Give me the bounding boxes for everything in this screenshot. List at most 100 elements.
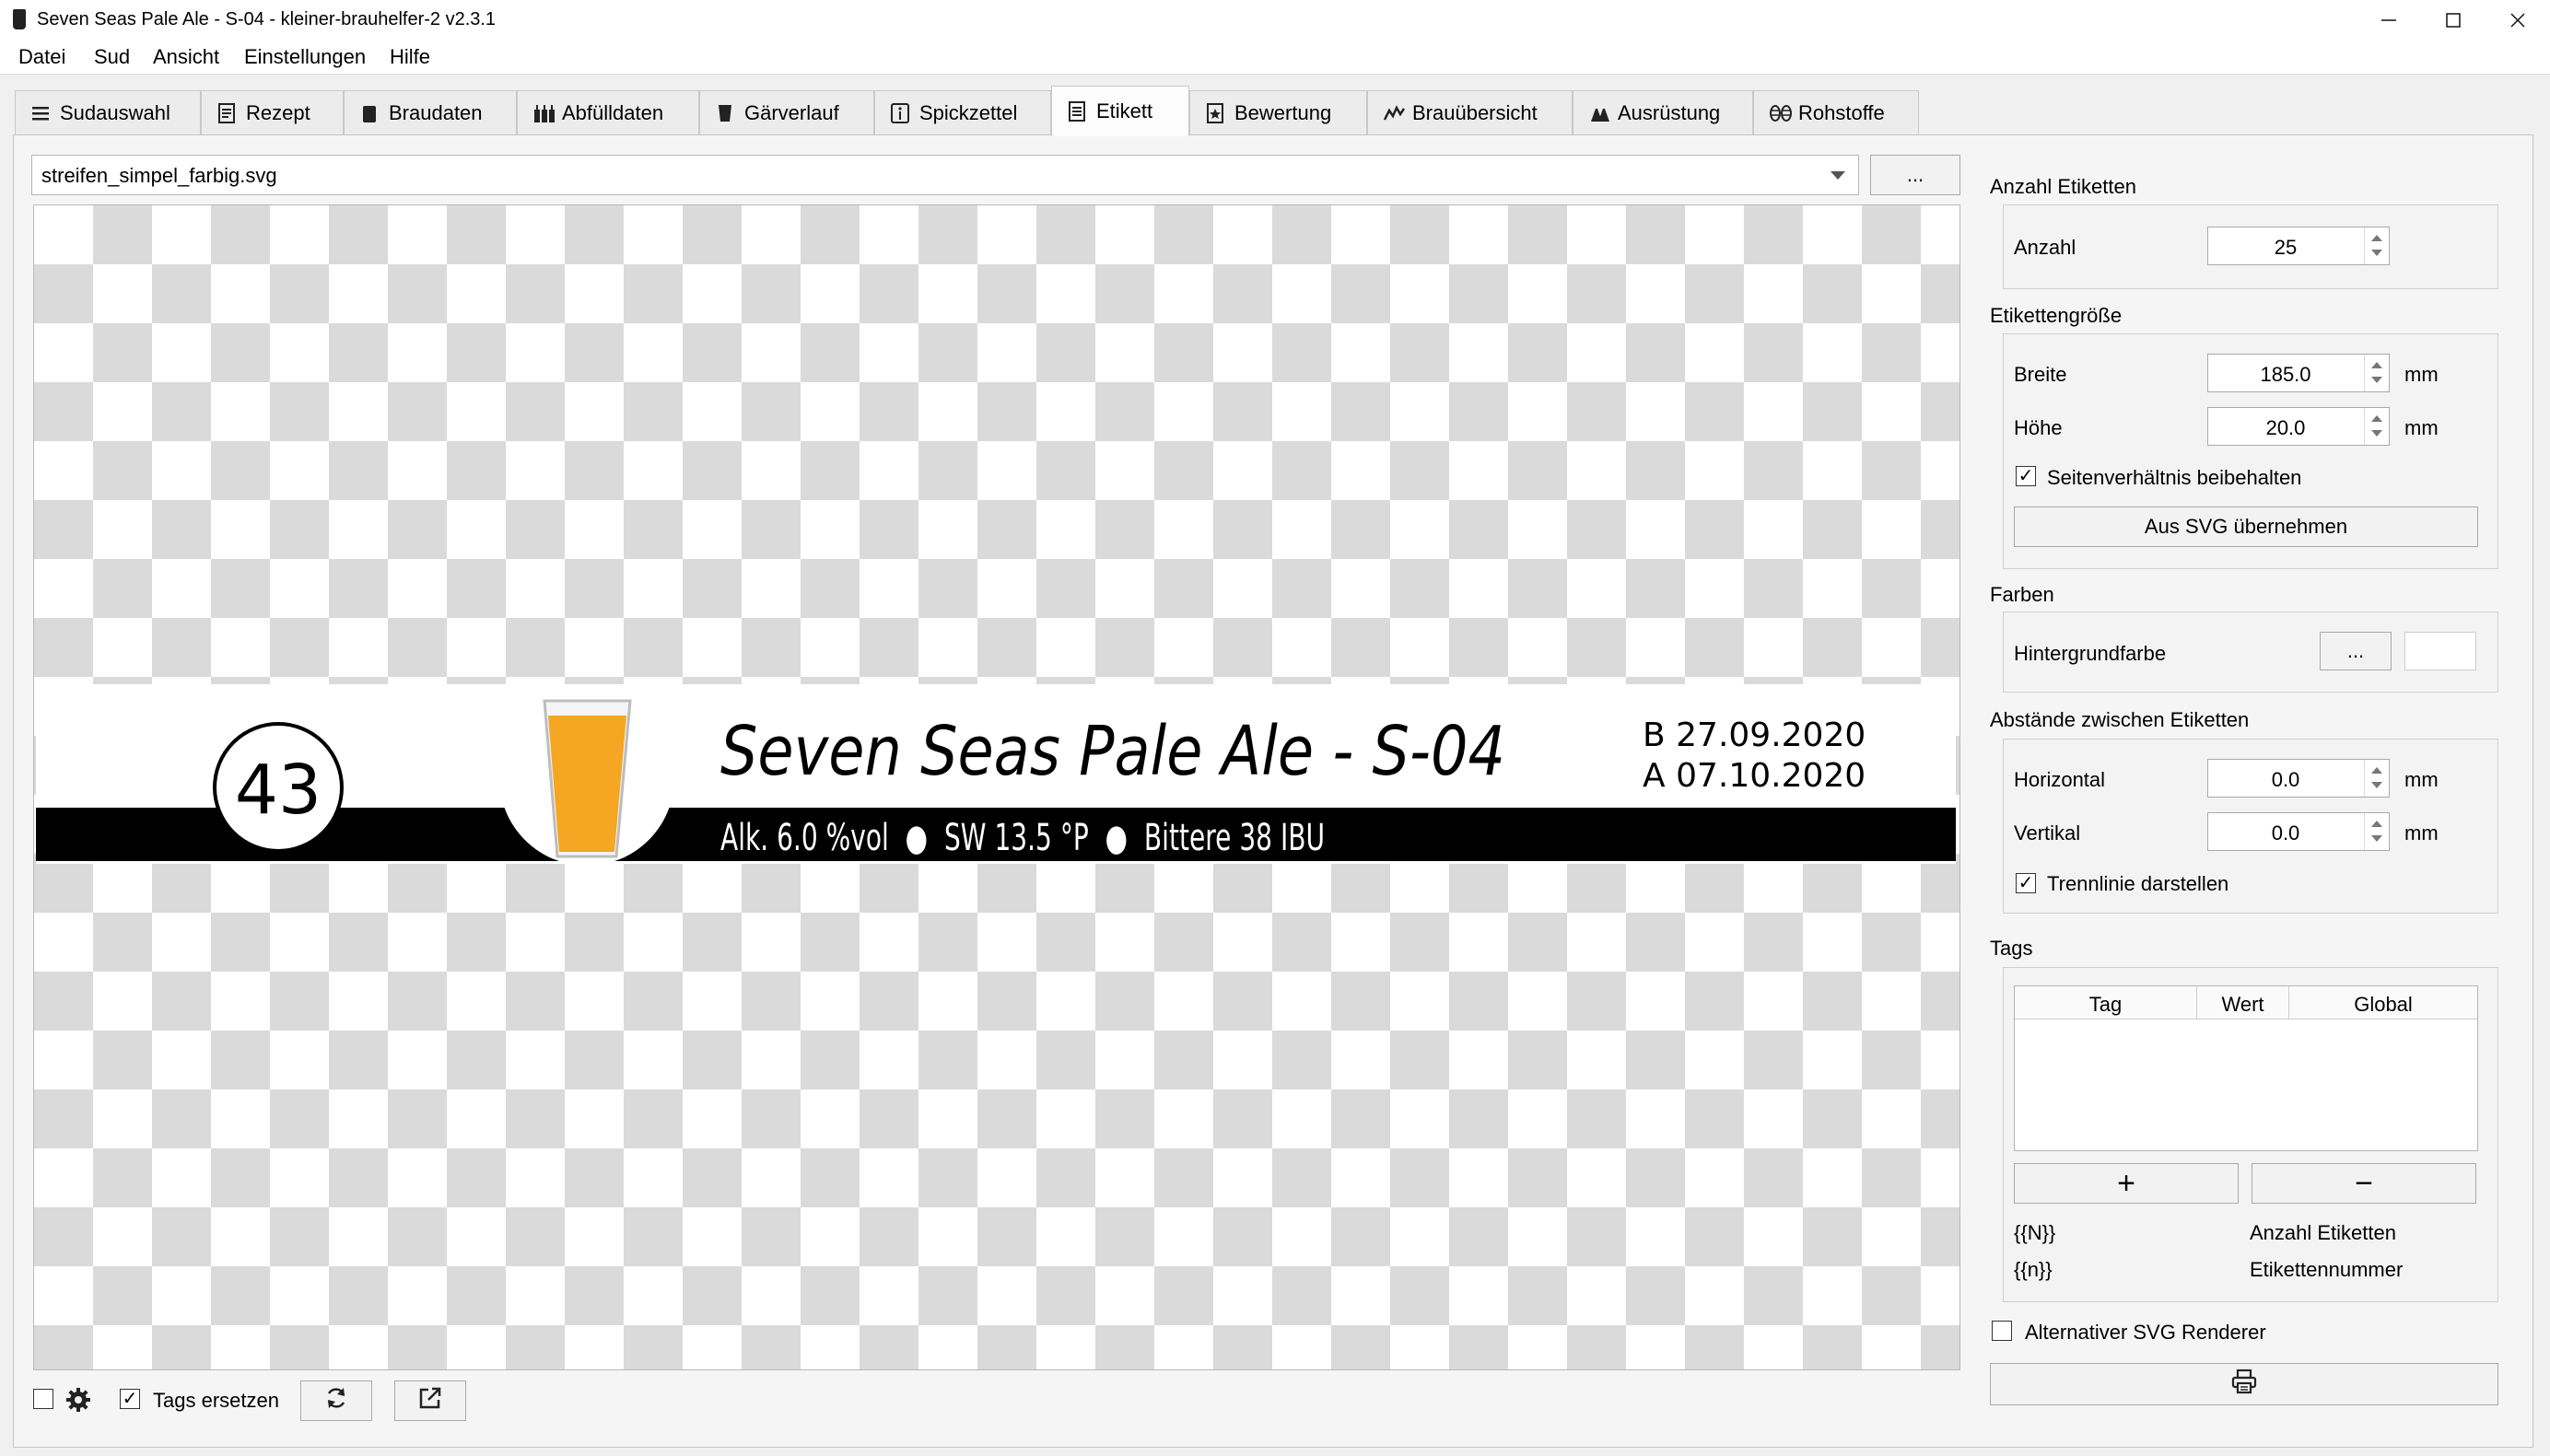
hops-icon xyxy=(1769,103,1792,123)
keep-ratio-label: Seitenverhältnis beibehalten xyxy=(2047,466,2302,489)
keep-ratio-checkbox[interactable]: ✓ xyxy=(2016,466,2036,486)
vertical-unit: mm xyxy=(2404,821,2439,844)
tab-label: Braudaten xyxy=(389,100,483,124)
spin-down-icon[interactable] xyxy=(2371,377,2382,383)
spin-down-icon[interactable] xyxy=(2371,430,2382,437)
star-icon xyxy=(1205,102,1225,123)
tab-rezept[interactable]: Rezept xyxy=(201,90,344,134)
spin-up-icon[interactable] xyxy=(2371,767,2382,774)
menu-einstellungen[interactable]: Einstellungen xyxy=(244,45,366,69)
width-spinbox[interactable]: 185.0 xyxy=(2207,354,2390,392)
replace-tags-checkbox[interactable]: ✓ xyxy=(120,1389,140,1409)
label-title: Seven Seas Pale Ale - S-04 xyxy=(720,712,1505,791)
tag-legend-desc: Etikettennummer xyxy=(2250,1258,2404,1281)
info-icon xyxy=(890,102,910,123)
tags-table[interactable]: Tag Wert Global xyxy=(2014,985,2478,1151)
tab-gaerverlauf[interactable]: Gärverlauf xyxy=(699,90,874,134)
tab-label: Brauübersicht xyxy=(1412,100,1538,124)
menu-datei[interactable]: Datei xyxy=(18,45,65,69)
spin-up-icon[interactable] xyxy=(2371,362,2382,368)
background-color-swatch xyxy=(2404,632,2476,670)
alt-renderer-checkbox[interactable] xyxy=(1992,1321,2012,1341)
label-number: 43 xyxy=(235,751,322,830)
tab-label: Ausrüstung xyxy=(1618,100,1721,124)
document-icon xyxy=(1067,101,1087,122)
refresh-icon xyxy=(323,1385,349,1416)
maximize-icon[interactable] xyxy=(2421,0,2486,41)
chart-icon xyxy=(1383,103,1406,123)
height-spinbox[interactable]: 20.0 xyxy=(2207,407,2390,446)
vertical-label: Vertikal xyxy=(2014,821,2081,844)
template-file-value: streifen_simpel_farbig.svg xyxy=(41,164,277,187)
height-unit: mm xyxy=(2404,416,2439,439)
background-color-picker-button[interactable]: ... xyxy=(2320,632,2392,670)
recipe-icon xyxy=(216,102,237,123)
template-file-select[interactable]: streifen_simpel_farbig.svg xyxy=(31,155,1859,195)
list-icon xyxy=(30,103,51,123)
bottles-icon xyxy=(532,103,555,123)
minimize-icon[interactable] xyxy=(2357,0,2421,41)
tag-legend-desc: Anzahl Etiketten xyxy=(2250,1221,2396,1244)
external-link-icon xyxy=(417,1385,443,1416)
tab-label: Sudauswahl xyxy=(60,100,170,124)
tab-label: Rohstoffe xyxy=(1798,100,1885,124)
gear-icon[interactable] xyxy=(64,1386,92,1419)
tab-abfuelldaten[interactable]: Abfülldaten xyxy=(517,90,699,134)
count-spinbox[interactable]: 25 xyxy=(2207,227,2390,265)
vertical-value: 0.0 xyxy=(2271,821,2300,844)
height-label: Höhe xyxy=(2014,416,2063,439)
spin-up-icon[interactable] xyxy=(2371,235,2382,241)
separator-label: Trennlinie darstellen xyxy=(2047,872,2229,895)
column-header-wert[interactable]: Wert xyxy=(2197,986,2289,1019)
kettle-icon xyxy=(359,103,380,123)
size-group-title: Etikettengröße xyxy=(1990,304,2123,327)
print-button[interactable] xyxy=(1990,1363,2498,1405)
menu-sud[interactable]: Sud xyxy=(94,45,130,69)
menu-ansicht[interactable]: Ansicht xyxy=(153,45,219,69)
from-svg-button[interactable]: Aus SVG übernehmen xyxy=(2014,507,2478,547)
tab-braudaten[interactable]: Braudaten xyxy=(344,90,517,134)
horizontal-spacing-spinbox[interactable]: 0.0 xyxy=(2207,759,2390,798)
tab-label: Abfülldaten xyxy=(562,100,664,124)
menu-bar: Datei Sud Ansicht Einstellungen Hilfe xyxy=(0,41,2550,75)
beer-fill xyxy=(548,716,626,852)
label-preview: 43 Seven Seas Pale Ale - S-04 B 27.09.20… xyxy=(33,204,1960,1370)
spin-up-icon[interactable] xyxy=(2371,821,2382,827)
add-tag-button[interactable]: + xyxy=(2014,1163,2239,1204)
spin-down-icon[interactable] xyxy=(2371,250,2382,256)
spin-down-icon[interactable] xyxy=(2371,782,2382,788)
menu-hilfe[interactable]: Hilfe xyxy=(390,45,430,69)
remove-tag-button[interactable]: − xyxy=(2252,1163,2476,1204)
chevron-down-icon xyxy=(1831,171,1845,180)
tab-rohstoffe[interactable]: Rohstoffe xyxy=(1753,90,1919,134)
window-titlebar: Seven Seas Pale Ale - S-04 - kleiner-bra… xyxy=(0,0,2550,41)
tab-bewertung[interactable]: Bewertung xyxy=(1189,90,1367,134)
printer-icon xyxy=(2230,1369,2258,1400)
alt-renderer-label: Alternativer SVG Renderer xyxy=(2025,1321,2266,1344)
close-icon[interactable] xyxy=(2486,0,2550,41)
settings-checkbox[interactable] xyxy=(33,1389,53,1409)
label-date-brewed: B 27.09.2020 xyxy=(1643,716,1866,754)
window-title: Seven Seas Pale Ale - S-04 - kleiner-bra… xyxy=(37,9,497,29)
spacing-group-title: Abstände zwischen Etiketten xyxy=(1990,708,2250,731)
tab-brauuebersicht[interactable]: Brauübersicht xyxy=(1367,90,1573,134)
column-header-global[interactable]: Global xyxy=(2289,986,2477,1019)
refresh-button[interactable] xyxy=(300,1380,372,1421)
separator-checkbox[interactable]: ✓ xyxy=(2016,873,2036,893)
tab-label: Rezept xyxy=(246,100,310,124)
tab-spickzettel[interactable]: Spickzettel xyxy=(874,90,1051,134)
open-external-button[interactable] xyxy=(394,1380,466,1421)
count-group-title: Anzahl Etiketten xyxy=(1990,175,2136,198)
spin-down-icon[interactable] xyxy=(2371,835,2382,842)
horizontal-label: Horizontal xyxy=(2014,768,2106,791)
browse-file-button[interactable]: ... xyxy=(1870,155,1960,195)
tab-etikett[interactable]: Etikett xyxy=(1051,86,1189,136)
tab-ausruestung[interactable]: Ausrüstung xyxy=(1573,90,1753,134)
spin-up-icon[interactable] xyxy=(2371,415,2382,422)
vertical-spacing-spinbox[interactable]: 0.0 xyxy=(2207,812,2390,851)
column-header-tag[interactable]: Tag xyxy=(2015,986,2197,1019)
horizontal-unit: mm xyxy=(2404,768,2439,791)
label-date-bottled: A 07.10.2020 xyxy=(1643,757,1866,795)
tab-sudauswahl[interactable]: Sudauswahl xyxy=(15,90,201,134)
label-graphic: 43 Seven Seas Pale Ale - S-04 B 27.09.20… xyxy=(36,684,1956,864)
